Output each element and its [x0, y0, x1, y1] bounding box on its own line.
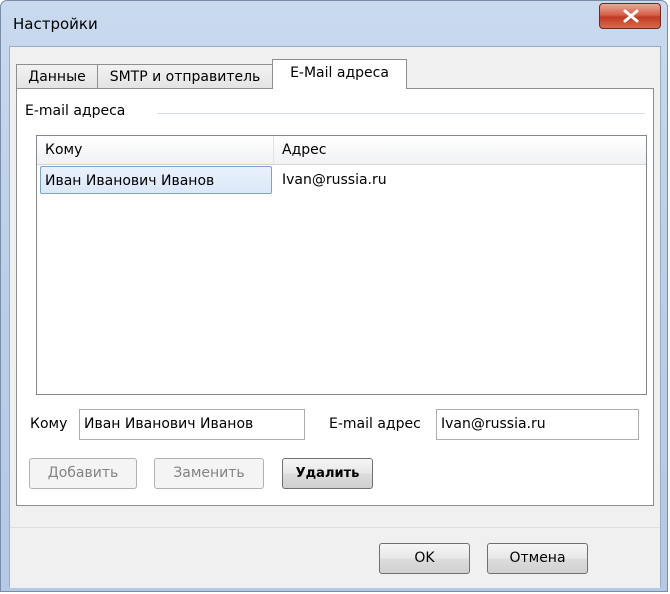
- title-bar: Настройки: [1, 1, 667, 41]
- window-title: Настройки: [13, 15, 98, 33]
- email-input[interactable]: Ivan@russia.ru: [436, 409, 639, 440]
- to-label: Кому: [30, 416, 68, 432]
- email-list[interactable]: Кому Адрес Иван Иванович Иванов Ivan@rus…: [36, 135, 647, 395]
- dialog-body: Данные SMTP и отправитель E-Mail адреса …: [9, 46, 661, 588]
- close-icon: [623, 9, 639, 23]
- cancel-button[interactable]: Отмена: [487, 543, 588, 574]
- tab-email-addresses[interactable]: E-Mail адреса: [272, 59, 407, 89]
- group-divider: [157, 113, 645, 114]
- add-button[interactable]: Добавить: [29, 458, 137, 489]
- replace-button[interactable]: Заменить: [154, 458, 264, 489]
- column-header-address[interactable]: Адрес: [274, 136, 646, 164]
- group-title: E-mail адреса: [25, 103, 132, 119]
- list-item-to[interactable]: Иван Иванович Иванов: [40, 166, 272, 194]
- ok-button[interactable]: OK: [379, 543, 470, 574]
- to-input[interactable]: Иван Иванович Иванов: [79, 409, 305, 440]
- tab-smtp-sender[interactable]: SMTP и отправитель: [97, 64, 273, 89]
- tab-strip: Данные SMTP и отправитель E-Mail адреса: [16, 59, 656, 89]
- email-label: E-mail адрес: [329, 416, 421, 432]
- list-item[interactable]: Иван Иванович Иванов Ivan@russia.ru: [37, 166, 646, 194]
- tab-data[interactable]: Данные: [16, 64, 98, 89]
- settings-window: Настройки Данные SMTP и отправитель E-Ma…: [0, 0, 668, 592]
- email-addresses-panel: E-mail адреса Кому Адрес Иван Иванович И…: [16, 88, 654, 506]
- delete-button[interactable]: Удалить: [282, 458, 373, 489]
- close-button[interactable]: [599, 3, 661, 29]
- list-header: Кому Адрес: [37, 136, 646, 165]
- column-header-to[interactable]: Кому: [37, 136, 273, 164]
- list-item-address[interactable]: Ivan@russia.ru: [282, 166, 387, 194]
- dialog-button-bar: OK Отмена: [10, 527, 660, 588]
